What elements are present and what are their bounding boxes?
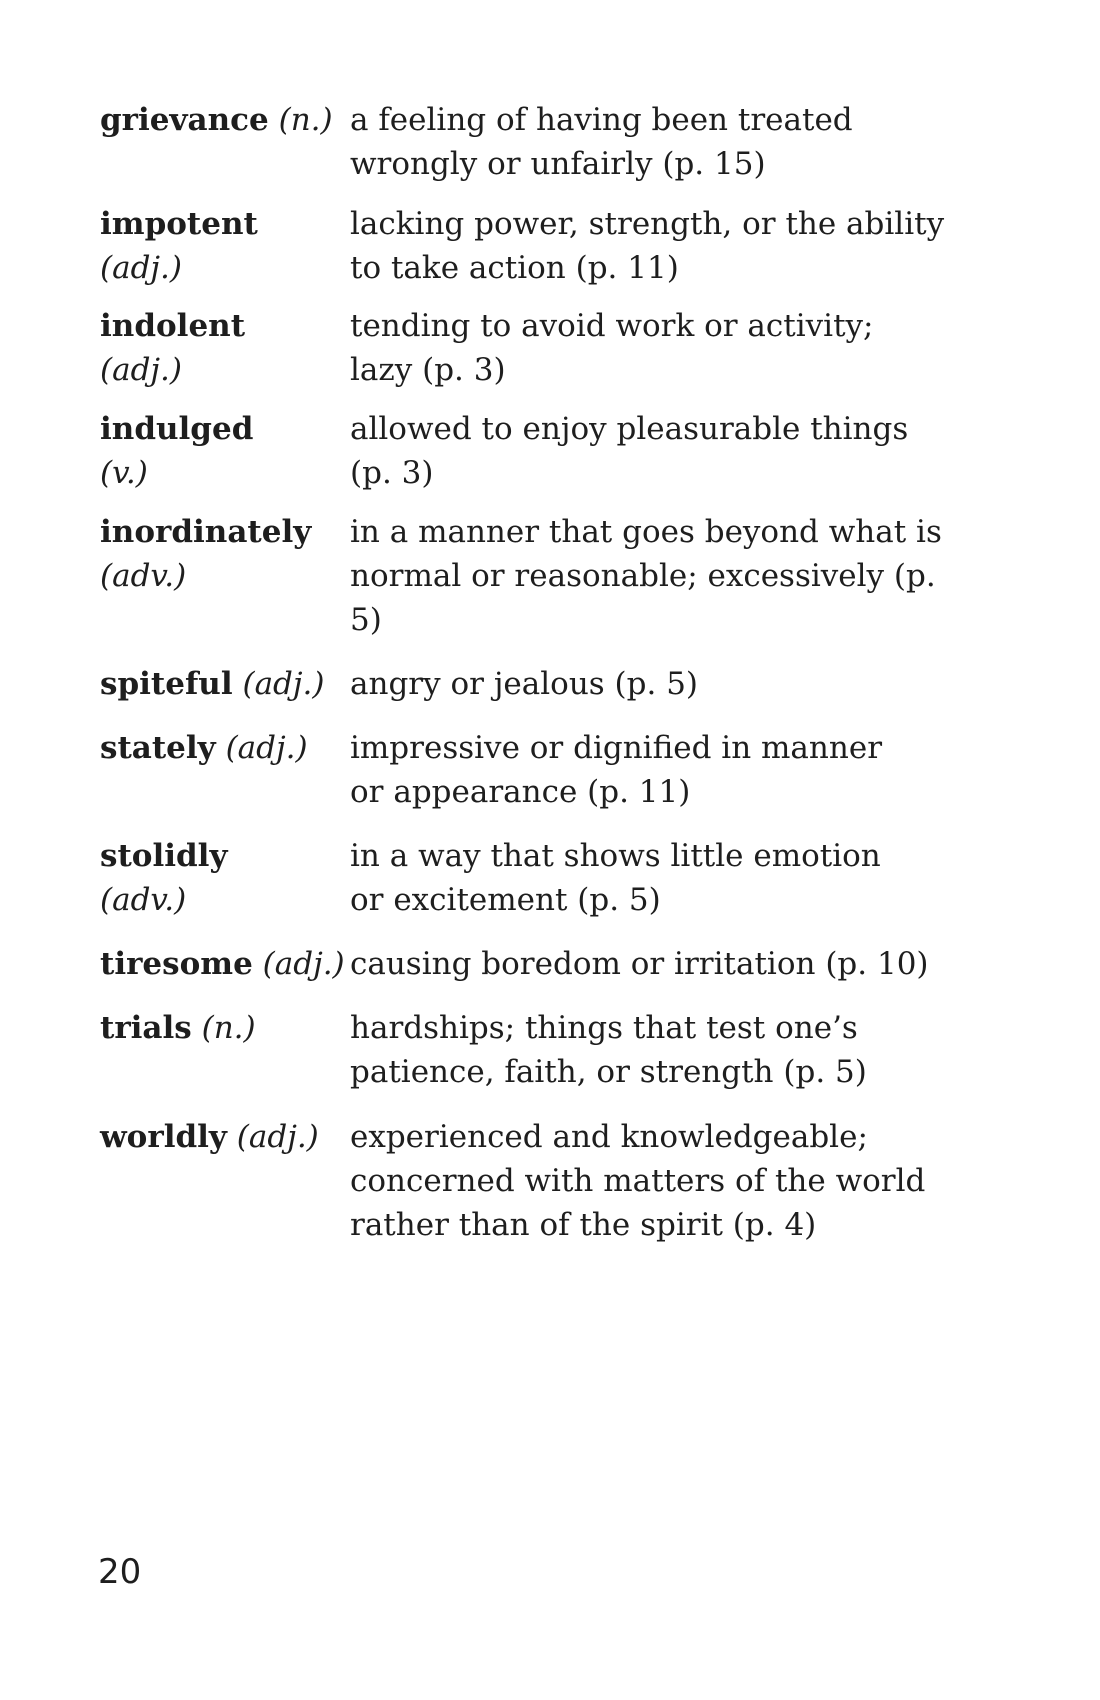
term-cell: impotent (adj.) xyxy=(100,202,350,290)
glossary-entry-indulged: indulged (v.) allowed to enjoy pleasurab… xyxy=(100,407,960,495)
definition: allowed to enjoy pleasurable things (p. … xyxy=(350,411,909,491)
definition: experienced and knowledgeable; concerned… xyxy=(350,1119,926,1243)
part-of-speech: (v.) xyxy=(100,455,148,491)
term: spiteful xyxy=(100,666,233,702)
glossary-entry-grievance: grievance (n.) a feeling of having been … xyxy=(100,98,960,186)
term: worldly xyxy=(100,1119,227,1155)
glossary-entry-inordinately: inordinately (adv.) in a manner that goe… xyxy=(100,510,960,642)
part-of-speech: (n.) xyxy=(201,1010,256,1046)
glossary-entry-spiteful: spiteful (adj.) angry or jealous (p. 5) xyxy=(100,662,960,706)
term-cell: indolent (adj.) xyxy=(100,304,350,392)
definition: in a manner that goes beyond what is nor… xyxy=(350,514,942,638)
definition: a feeling of having been treated wrongly… xyxy=(350,102,853,182)
term: stolidly xyxy=(100,838,228,874)
term: inordinately xyxy=(100,514,312,550)
glossary-entry-tiresome: tiresome (adj.) causing boredom or irrit… xyxy=(100,942,960,986)
term: indulged xyxy=(100,411,254,447)
term-cell: stolidly (adv.) xyxy=(100,834,350,922)
definition: impressive or dignified in manner or app… xyxy=(350,730,883,810)
part-of-speech: (adj.) xyxy=(225,730,308,766)
page-number: 20 xyxy=(98,1552,142,1592)
term-cell: spiteful (adj.) xyxy=(100,662,350,706)
part-of-speech: (adv.) xyxy=(100,558,187,594)
definition: tending to avoid work or activity; lazy … xyxy=(350,308,874,388)
part-of-speech: (adj.) xyxy=(100,352,182,388)
definition: lacking power, strength, or the ability … xyxy=(350,206,945,286)
term-cell: trials (n.) xyxy=(100,1006,350,1050)
term: tiresome xyxy=(100,946,253,982)
part-of-speech: (adj.) xyxy=(236,1119,319,1155)
glossary-entry-trials: trials (n.) hardships; things that test … xyxy=(100,1006,960,1094)
term: indolent xyxy=(100,308,246,344)
definition: angry or jealous (p. 5) xyxy=(350,666,699,702)
term-cell: inordinately (adv.) xyxy=(100,510,350,598)
part-of-speech: (adj.) xyxy=(242,666,325,702)
term: trials xyxy=(100,1010,192,1046)
definition: in a way that shows little emotion or ex… xyxy=(350,838,881,918)
term-cell: grievance (n.) xyxy=(100,98,350,142)
term-cell: stately (adj.) xyxy=(100,726,350,770)
term-cell: tiresome (adj.) xyxy=(100,942,350,986)
glossary-entry-stolidly: stolidly (adv.) in a way that shows litt… xyxy=(100,834,960,922)
term: stately xyxy=(100,730,216,766)
term: grievance xyxy=(100,102,269,138)
glossary-list: grievance (n.) a feeling of having been … xyxy=(100,98,960,1247)
glossary-entry-worldly: worldly (adj.) experienced and knowledge… xyxy=(100,1115,960,1247)
part-of-speech: (n.) xyxy=(278,102,333,138)
definition: causing boredom or irritation (p. 10) xyxy=(350,946,929,982)
term: impotent xyxy=(100,206,258,242)
definition: hardships; things that test one’s patien… xyxy=(350,1010,867,1090)
part-of-speech: (adv.) xyxy=(100,882,187,918)
glossary-entry-indolent: indolent (adj.) tending to avoid work or… xyxy=(100,304,960,392)
part-of-speech: (adj.) xyxy=(100,250,182,286)
part-of-speech: (adj.) xyxy=(262,946,345,982)
term-cell: indulged (v.) xyxy=(100,407,350,495)
term-cell: worldly (adj.) xyxy=(100,1115,350,1159)
glossary-entry-stately: stately (adj.) impressive or dignified i… xyxy=(100,726,960,814)
glossary-entry-impotent: impotent (adj.) lacking power, strength,… xyxy=(100,202,960,290)
